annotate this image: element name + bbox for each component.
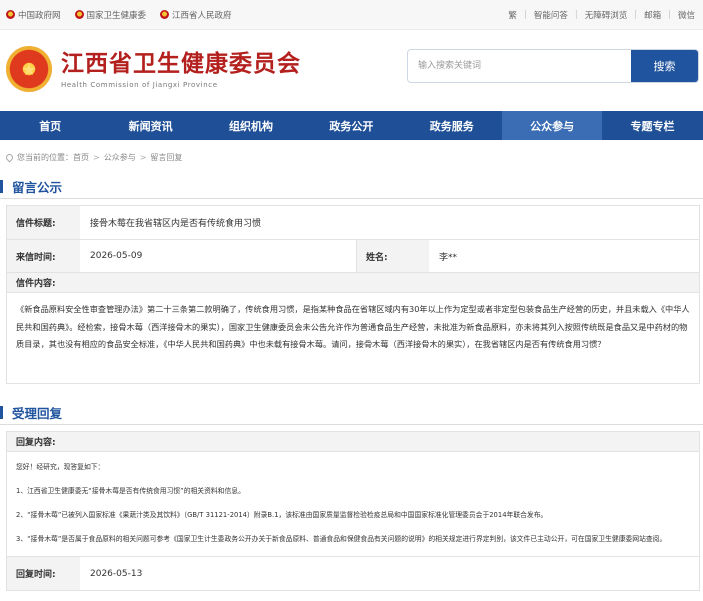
section-title-letter: 留言公示 [0,176,62,196]
mailbox-link[interactable]: 邮箱 [644,9,661,21]
traditional-chinese-link[interactable]: 繁 [508,9,517,21]
site-name-cn: 江西省卫生健康委员会 [61,49,301,77]
reply-content-label: 回复内容: [7,432,699,452]
search-button[interactable]: 搜索 [631,50,698,82]
breadcrumb-message-reply[interactable]: 留言回复 [150,152,182,163]
name-label: 姓名: [356,240,429,272]
letter-meta-row: 来信时间: 2026-05-09 姓名: 李** [7,240,699,273]
letter-card: 信件标题: 接骨木莓在我省辖区内是否有传统食用习惯 来信时间: 2026-05-… [6,205,700,384]
breadcrumb: 您当前的位置： 首页 > 公众参与 > 留言回复 [4,152,182,163]
nav-news[interactable]: 新闻资讯 [100,111,200,140]
wechat-link[interactable]: 微信 [678,9,695,21]
nav-special-topics[interactable]: 专题专栏 [602,111,702,140]
section-divider [0,424,703,425]
date-value: 2026-05-09 [90,251,143,261]
letter-content: 《新食品原料安全性审查管理办法》第二十三条第二款明确了，传统食用习惯，是指某种食… [16,304,690,349]
breadcrumb-public-participation[interactable]: 公众参与 [104,152,136,163]
nav-organization[interactable]: 组织机构 [201,111,301,140]
top-tools: 繁 | 智能问答 | 无障碍浏览 | 邮箱 | 微信 [508,9,695,21]
search-box: 搜索 [407,49,699,83]
reply-content: 您好！经研究，现答复如下： 1、江西省卫生健康委无“接骨木莓是否有传统食用习惯”… [7,452,699,556]
section-divider [0,198,703,199]
nav-home[interactable]: 首页 [0,111,100,140]
main-nav: 首页 新闻资讯 组织机构 政务公开 政务服务 公众参与 专题专栏 [0,111,703,140]
reply-date-value: 2026-05-13 [90,568,143,579]
subject-value: 接骨木莓在我省辖区内是否有传统食用习惯 [90,219,262,229]
breadcrumb-home[interactable]: 首页 [73,152,89,163]
search-input[interactable] [408,50,631,82]
site-header: ★ 江西省卫生健康委员会 Health Commission of Jiangx… [0,30,703,108]
section-bar [0,179,3,193]
nav-public-participation[interactable]: 公众参与 [501,111,603,140]
reply-card: 回复内容: 您好！经研究，现答复如下： 1、江西省卫生健康委无“接骨木莓是否有传… [6,431,700,591]
location-icon [4,152,15,163]
content-label: 信件内容: [7,273,699,293]
site-name-en: Health Commission of Jiangxi Province [61,80,218,89]
top-link-nhc[interactable]: 国家卫生健康委 [74,9,146,21]
reply-date-row: 回复时间: 2026-05-13 [7,556,699,590]
top-link-gov[interactable]: 中国政府网 [6,9,61,21]
smart-qa-link[interactable]: 智能问答 [534,9,568,21]
subject-label: 信件标题: [7,206,80,239]
date-label: 来信时间: [7,240,80,272]
section-bar [0,405,3,419]
reply-point-2: 2、“接骨木莓”已被列入国家标准《果蔬汁类及其饮料》（GB/T 31121-20… [16,511,548,519]
site-logo[interactable]: 江西省卫生健康委员会 Health Commission of Jiangxi … [61,50,301,89]
top-link-jiangxi[interactable]: 江西省人民政府 [160,9,232,21]
national-emblem-icon: ★ [6,46,52,92]
top-links: 中国政府网 国家卫生健康委 江西省人民政府 [6,9,246,21]
name-value: 李** [439,252,458,263]
reply-date-label: 回复时间: [7,557,80,590]
nav-services[interactable]: 政务服务 [402,111,502,140]
emblem-icon [160,10,170,19]
reply-point-3: 3、“接骨木莓”是否属于食品原料的相关问题可参考《国家卫生计生委政务公开办关于新… [16,535,667,543]
emblem-icon [6,10,15,19]
top-utility-bar: 中国政府网 国家卫生健康委 江西省人民政府 繁 | 智能问答 | 无障碍浏览 | 邮箱… [0,0,703,30]
nav-government-affairs[interactable]: 政务公开 [301,111,401,140]
reply-greeting: 您好！经研究，现答复如下： [16,463,105,471]
letter-subject-row: 信件标题: 接骨木莓在我省辖区内是否有传统食用习惯 [7,206,699,240]
accessibility-link[interactable]: 无障碍浏览 [585,9,628,21]
section-title-reply: 受理回复 [0,402,62,422]
reply-point-1: 1、江西省卫生健康委无“接骨木莓是否有传统食用习惯”的相关资料和信息。 [16,487,245,495]
emblem-icon [74,10,84,19]
